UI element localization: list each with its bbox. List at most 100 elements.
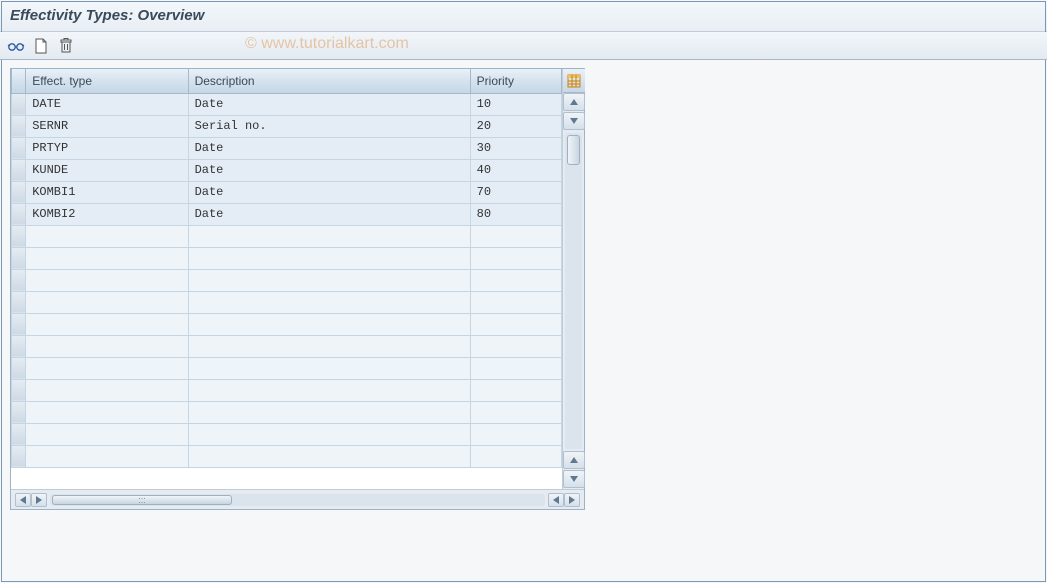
vertical-scrollbar-track[interactable]	[565, 133, 582, 449]
cell-description[interactable]	[188, 401, 470, 423]
cell-priority[interactable]	[470, 401, 561, 423]
row-selector[interactable]	[12, 247, 26, 269]
table-row[interactable]: KOMBI2Date80	[12, 203, 562, 225]
cell-effect-type[interactable]: KOMBI1	[26, 181, 188, 203]
cell-priority[interactable]	[470, 445, 561, 467]
cell-effect-type[interactable]	[26, 357, 188, 379]
cell-priority[interactable]	[470, 357, 561, 379]
row-selector[interactable]	[12, 445, 26, 467]
cell-effect-type[interactable]: DATE	[26, 93, 188, 115]
table-row[interactable]	[12, 269, 562, 291]
cell-description[interactable]	[188, 423, 470, 445]
table-row[interactable]	[12, 401, 562, 423]
cell-description[interactable]: Serial no.	[188, 115, 470, 137]
col-header-priority[interactable]: Priority	[470, 69, 561, 93]
cell-priority[interactable]	[470, 379, 561, 401]
cell-effect-type[interactable]: SERNR	[26, 115, 188, 137]
row-selector[interactable]	[12, 291, 26, 313]
cell-priority[interactable]	[470, 291, 561, 313]
table-row[interactable]	[12, 335, 562, 357]
cell-priority[interactable]: 20	[470, 115, 561, 137]
cell-effect-type[interactable]: PRTYP	[26, 137, 188, 159]
row-selector[interactable]	[12, 401, 26, 423]
cell-description[interactable]	[188, 313, 470, 335]
table-row[interactable]: PRTYPDate30	[12, 137, 562, 159]
cell-effect-type[interactable]	[26, 313, 188, 335]
table-row[interactable]: KUNDEDate40	[12, 159, 562, 181]
cell-effect-type[interactable]	[26, 291, 188, 313]
row-selector[interactable]	[12, 203, 26, 225]
row-selector[interactable]	[12, 93, 26, 115]
cell-effect-type[interactable]	[26, 401, 188, 423]
table-row[interactable]	[12, 291, 562, 313]
scroll-left-button[interactable]	[15, 493, 31, 507]
cell-effect-type[interactable]: KOMBI2	[26, 203, 188, 225]
cell-priority[interactable]: 10	[470, 93, 561, 115]
row-selector[interactable]	[12, 225, 26, 247]
horizontal-scrollbar-track[interactable]: :::	[50, 494, 545, 506]
cell-priority[interactable]	[470, 247, 561, 269]
scroll-page-up-button[interactable]	[563, 93, 585, 111]
table-row[interactable]	[12, 357, 562, 379]
row-selector[interactable]	[12, 335, 26, 357]
scroll-line-down-button[interactable]	[563, 451, 585, 469]
details-button[interactable]	[5, 35, 27, 57]
cell-description[interactable]	[188, 379, 470, 401]
cell-effect-type[interactable]	[26, 247, 188, 269]
table-row[interactable]	[12, 313, 562, 335]
horizontal-scrollbar-thumb[interactable]: :::	[52, 495, 232, 505]
row-selector[interactable]	[12, 269, 26, 291]
cell-description[interactable]	[188, 225, 470, 247]
scroll-right-inner-button[interactable]	[31, 493, 47, 507]
cell-effect-type[interactable]	[26, 379, 188, 401]
cell-description[interactable]	[188, 357, 470, 379]
row-selector[interactable]	[12, 115, 26, 137]
row-selector[interactable]	[12, 137, 26, 159]
table-row[interactable]	[12, 225, 562, 247]
cell-priority[interactable]: 40	[470, 159, 561, 181]
row-selector[interactable]	[12, 181, 26, 203]
row-selector[interactable]	[12, 379, 26, 401]
col-header-effect-type[interactable]: Effect. type	[26, 69, 188, 93]
cell-description[interactable]	[188, 247, 470, 269]
cell-effect-type[interactable]	[26, 269, 188, 291]
delete-button[interactable]	[55, 35, 77, 57]
cell-effect-type[interactable]: KUNDE	[26, 159, 188, 181]
row-selector[interactable]	[12, 357, 26, 379]
row-selector[interactable]	[12, 423, 26, 445]
cell-effect-type[interactable]	[26, 335, 188, 357]
cell-description[interactable]: Date	[188, 203, 470, 225]
scroll-right-button[interactable]	[564, 493, 580, 507]
scroll-left-inner-button[interactable]	[548, 493, 564, 507]
cell-priority[interactable]: 70	[470, 181, 561, 203]
cell-description[interactable]: Date	[188, 137, 470, 159]
cell-effect-type[interactable]	[26, 445, 188, 467]
scroll-page-down-button[interactable]	[563, 470, 585, 488]
table-row[interactable]: SERNRSerial no.20	[12, 115, 562, 137]
col-header-description[interactable]: Description	[188, 69, 470, 93]
cell-description[interactable]	[188, 291, 470, 313]
vertical-scrollbar-thumb[interactable]	[567, 135, 580, 165]
table-row[interactable]	[12, 445, 562, 467]
cell-effect-type[interactable]	[26, 225, 188, 247]
table-row[interactable]	[12, 247, 562, 269]
cell-description[interactable]: Date	[188, 93, 470, 115]
row-selector[interactable]	[12, 313, 26, 335]
cell-priority[interactable]	[470, 335, 561, 357]
table-row[interactable]	[12, 379, 562, 401]
cell-priority[interactable]: 80	[470, 203, 561, 225]
table-settings-button[interactable]	[563, 69, 585, 93]
cell-priority[interactable]	[470, 225, 561, 247]
cell-description[interactable]	[188, 445, 470, 467]
cell-description[interactable]: Date	[188, 181, 470, 203]
cell-effect-type[interactable]	[26, 423, 188, 445]
cell-description[interactable]	[188, 335, 470, 357]
cell-priority[interactable]	[470, 423, 561, 445]
cell-priority[interactable]	[470, 269, 561, 291]
table-row[interactable]: KOMBI1Date70	[12, 181, 562, 203]
scroll-line-up-button[interactable]	[563, 112, 585, 130]
table-row[interactable]: DATEDate10	[12, 93, 562, 115]
cell-description[interactable]: Date	[188, 159, 470, 181]
table-row[interactable]	[12, 423, 562, 445]
cell-priority[interactable]: 30	[470, 137, 561, 159]
